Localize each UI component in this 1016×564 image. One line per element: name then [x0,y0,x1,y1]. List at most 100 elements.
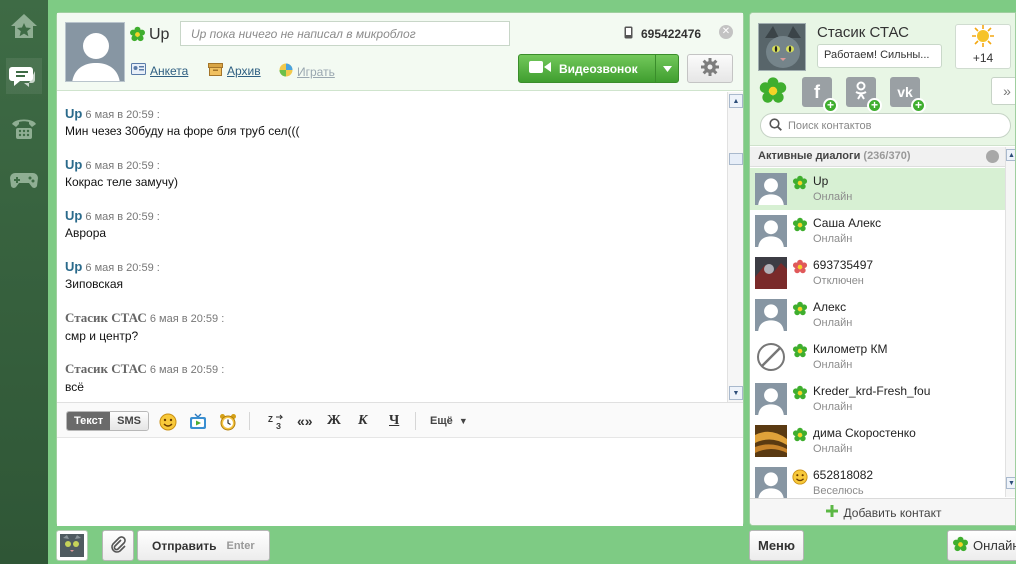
message-time: 6 мая в 20:59 : [85,160,160,172]
contact-name: Kreder_krd-Fresh_fou [813,384,931,398]
odnoklassniki-add-button[interactable]: + [846,77,882,113]
weather-widget[interactable]: +14 [955,24,1011,69]
contact-item[interactable]: 652818082 Веселюсь [750,462,1005,498]
contact-status: Онлайн [813,443,853,455]
attach-button[interactable] [102,530,134,561]
send-shortcut: Enter [226,539,255,552]
message-author[interactable]: Стасик СТАС [65,361,147,376]
archive-box-icon [208,63,223,79]
italic-button[interactable]: К [358,413,368,429]
scroll-down-icon[interactable]: ▼ [1006,477,1015,489]
contact-name: Up [149,26,170,43]
svg-text:Z: Z [268,415,273,424]
message-author[interactable]: Стасик СТАС [65,310,147,325]
bold-button[interactable]: Ж [327,413,341,429]
message-author[interactable]: Up [65,208,82,223]
my-mini-avatar[interactable] [56,530,88,561]
quotes-button[interactable]: «» [297,413,313,429]
play-link-label: Играть [297,64,335,79]
facebook-add-button[interactable]: f + [802,77,838,113]
scroll-thumb[interactable] [729,153,743,165]
contact-status: Онлайн [813,359,853,371]
more-menu[interactable]: Ещё ▼ [430,415,468,427]
toolbar-divider [415,412,416,430]
gamepad-icon[interactable] [6,162,42,198]
online-status-icon [792,427,808,446]
scroll-up-icon[interactable]: ▲ [729,94,743,108]
microblog-status: Up пока ничего не написал в микроблог [180,21,510,46]
message-author[interactable]: Up [65,259,82,274]
scroll-down-icon[interactable]: ▼ [729,386,743,400]
message-time: 6 мая в 20:59 : [85,211,160,223]
contact-name: Саша Алекс [813,216,882,230]
message-input[interactable] [57,439,743,526]
message-scrollbar[interactable]: ▲ ▼ [727,92,743,402]
active-dialogs-count: (236/370) [863,150,911,162]
menu-button[interactable]: Меню [749,530,804,561]
presence-label: Онлайн [973,538,1016,553]
contact-avatar[interactable] [65,22,125,82]
vk-add-button[interactable]: vk + [890,77,926,113]
mode-text-button[interactable]: Текст [67,412,111,430]
more-label: Ещё [430,415,453,427]
my-status[interactable]: Работаем! Сильны... [817,44,942,68]
message: Стасик СТАС 6 мая в 20:59 : всё [65,361,727,402]
icq-network-button[interactable] [758,76,788,107]
presence-button[interactable]: Онлайн [947,530,1016,561]
gear-icon [700,57,720,80]
contact-status: Онлайн [813,401,853,413]
scroll-up-icon[interactable]: ▲ [1006,149,1015,161]
message-author[interactable]: Up [65,106,82,121]
mode-sms-button[interactable]: SMS [110,412,148,430]
smiley-icon[interactable] [158,412,178,432]
phone-icon[interactable] [6,110,42,146]
close-icon[interactable]: ✕ [719,25,733,39]
mode-switch: Текст SMS [66,411,149,431]
contact-item[interactable]: Up Онлайн [750,168,1005,210]
contact-item[interactable]: Kreder_krd-Fresh_fou Онлайн [750,378,1005,420]
tv-icon[interactable] [188,412,208,432]
message-text: всё [65,380,84,394]
settings-button[interactable] [687,54,733,83]
chevron-down-icon[interactable] [656,65,678,72]
contact-name: Up [813,174,829,188]
alarm-clock-icon[interactable] [218,412,238,432]
active-dialogs-header[interactable]: Активные диалоги (236/370) [750,147,1005,167]
phone-number[interactable]: 695422476 [641,27,701,41]
chat-icon[interactable] [6,58,42,94]
send-label: Отправить [152,538,217,553]
message-text: Мин чезез 30буду на форе бля труб сел((( [65,124,300,138]
left-rail [0,0,48,564]
send-button[interactable]: Отправить Enter [137,530,270,561]
underline-button[interactable]: Ч [389,413,399,429]
my-avatar[interactable] [758,23,806,71]
contact-item[interactable]: 693735497 Отключен [750,252,1005,294]
message-time: 6 мая в 20:59 : [149,364,225,376]
contact-item[interactable]: Километр КМ Онлайн [750,336,1005,378]
home-icon[interactable] [6,8,42,44]
expand-panel-icon[interactable]: » [991,77,1015,105]
contact-scrollbar[interactable]: ▲ ▼ [1005,147,1015,497]
contact-search[interactable]: Поиск контактов [760,113,1011,138]
contact-item[interactable]: Алекс Онлайн [750,294,1005,336]
message-author[interactable]: Up [65,157,82,172]
profile-link[interactable]: Анкета [131,63,188,78]
id-card-icon [131,63,146,78]
play-link[interactable]: Играть [279,63,335,80]
social-networks: f + + vk + [758,76,926,113]
contact-item[interactable]: дима Скоростенко Онлайн [750,420,1005,462]
contact-status: Онлайн [813,191,853,203]
weather-temp: +14 [972,51,994,65]
my-name[interactable]: Стасик СТАС [817,24,909,41]
translit-icon[interactable]: ZЗ [266,412,286,432]
contact-avatar [755,467,787,498]
plus-icon [825,505,838,520]
add-contact-button[interactable]: Добавить контакт [750,498,1015,525]
collapse-icon[interactable] [986,150,999,163]
archive-link[interactable]: Архив [208,63,261,79]
contact-item[interactable]: Саша Алекс Онлайн [750,210,1005,252]
video-call-button[interactable]: Видеозвонок [518,54,679,83]
contacts-panel: Стасик СТАС Работаем! Сильны... +14 f + [749,12,1016,526]
chat-panel: Up Up пока ничего не написал в микроблог… [56,12,744,526]
contact-name: Алекс [813,300,847,314]
